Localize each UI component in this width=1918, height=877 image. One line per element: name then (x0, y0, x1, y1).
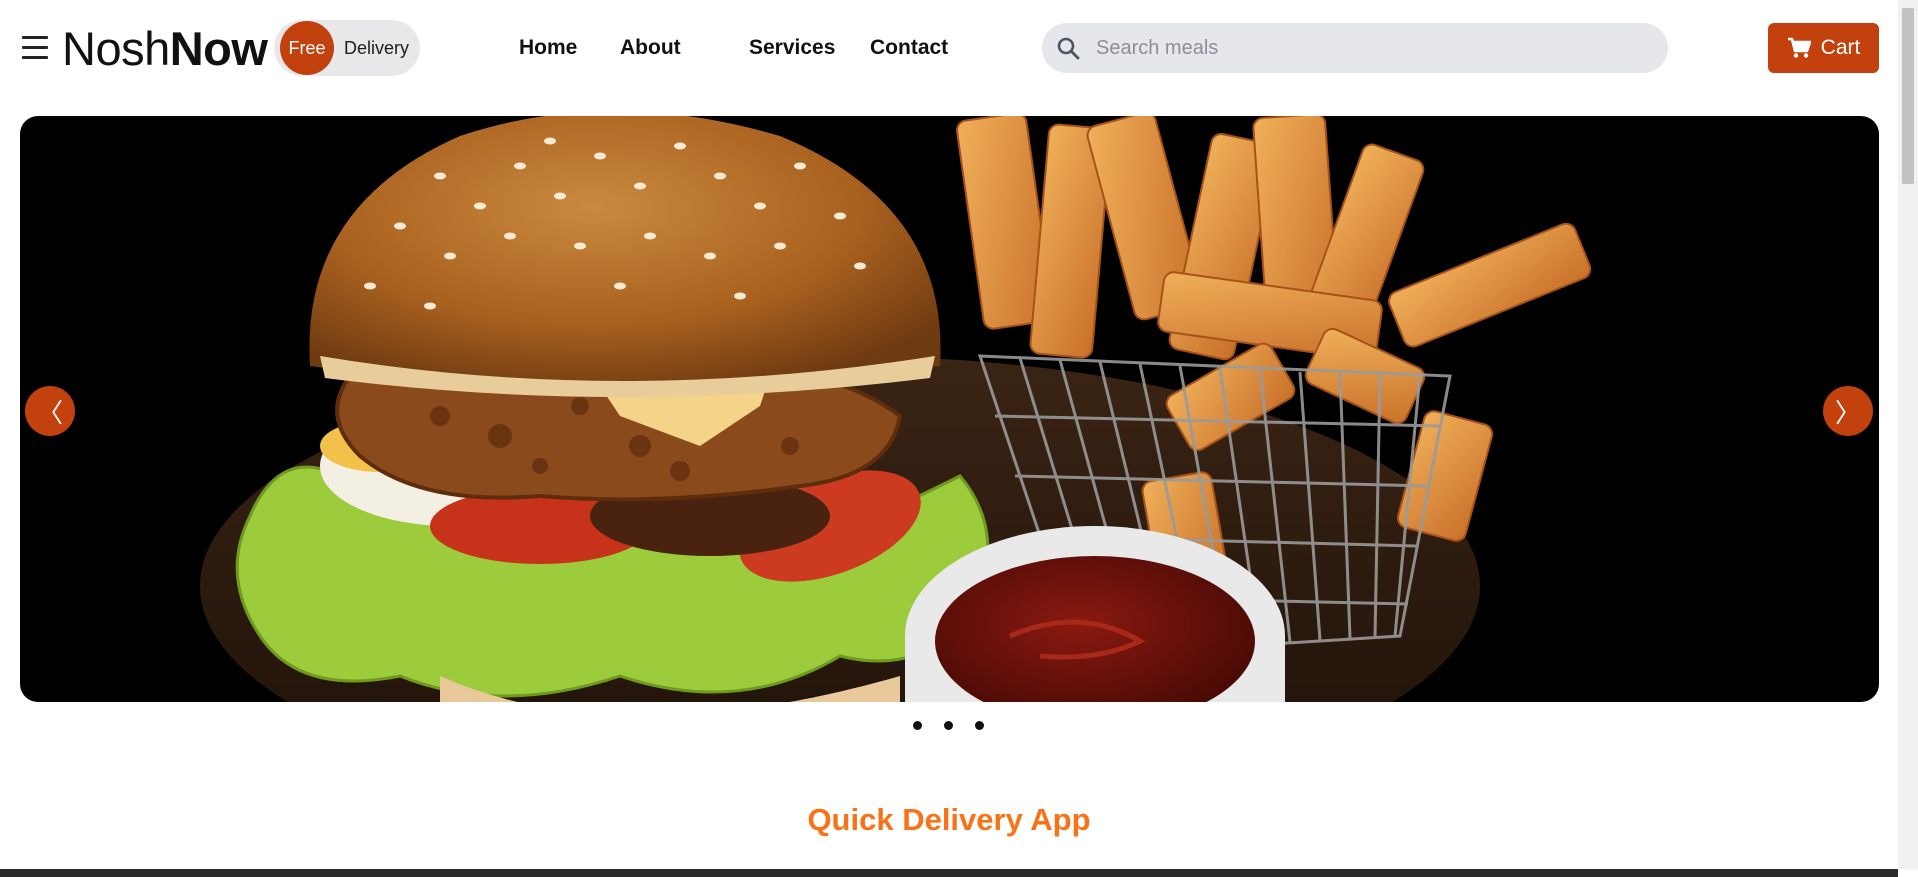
hero-carousel (20, 116, 1879, 702)
section-title: Quick Delivery App (807, 802, 1091, 837)
search-icon (1057, 37, 1080, 60)
free-delivery-badge: Free Delivery (274, 20, 420, 76)
cart-icon (1787, 37, 1811, 58)
carousel-indicators (913, 721, 984, 730)
hamburger-menu-icon[interactable] (22, 36, 48, 60)
carousel-next-button[interactable]: 〉 (1823, 386, 1873, 436)
cart-label: Cart (1820, 36, 1861, 59)
brand-logo[interactable]: NoshNow (62, 22, 268, 76)
scrollbar-thumb[interactable] (1902, 8, 1914, 184)
carousel-dot-3[interactable] (975, 721, 984, 730)
hero-food-image (200, 116, 1592, 702)
free-badge-circle: Free (280, 21, 334, 75)
page-scrollbar[interactable] (1898, 0, 1918, 869)
search-input[interactable] (1094, 28, 1634, 68)
nav-services-link[interactable]: Services (749, 36, 835, 60)
cart-button[interactable]: Cart (1768, 23, 1879, 73)
search-bar[interactable] (1042, 23, 1668, 73)
site-header: NoshNow Free Delivery Home About Service… (0, 0, 1898, 98)
next-section-edge (0, 869, 1898, 877)
nav-contact-link[interactable]: Contact (870, 36, 948, 60)
logo-text-light: Nosh (62, 22, 170, 75)
logo-text-bold: Now (169, 22, 268, 75)
nav-about-link[interactable]: About (620, 36, 681, 60)
nav-home-link[interactable]: Home (519, 36, 577, 60)
carousel-dot-2[interactable] (944, 721, 953, 730)
carousel-dot-1[interactable] (913, 721, 922, 730)
carousel-prev-button[interactable]: 〈 (25, 386, 75, 436)
delivery-badge-text: Delivery (344, 37, 410, 58)
